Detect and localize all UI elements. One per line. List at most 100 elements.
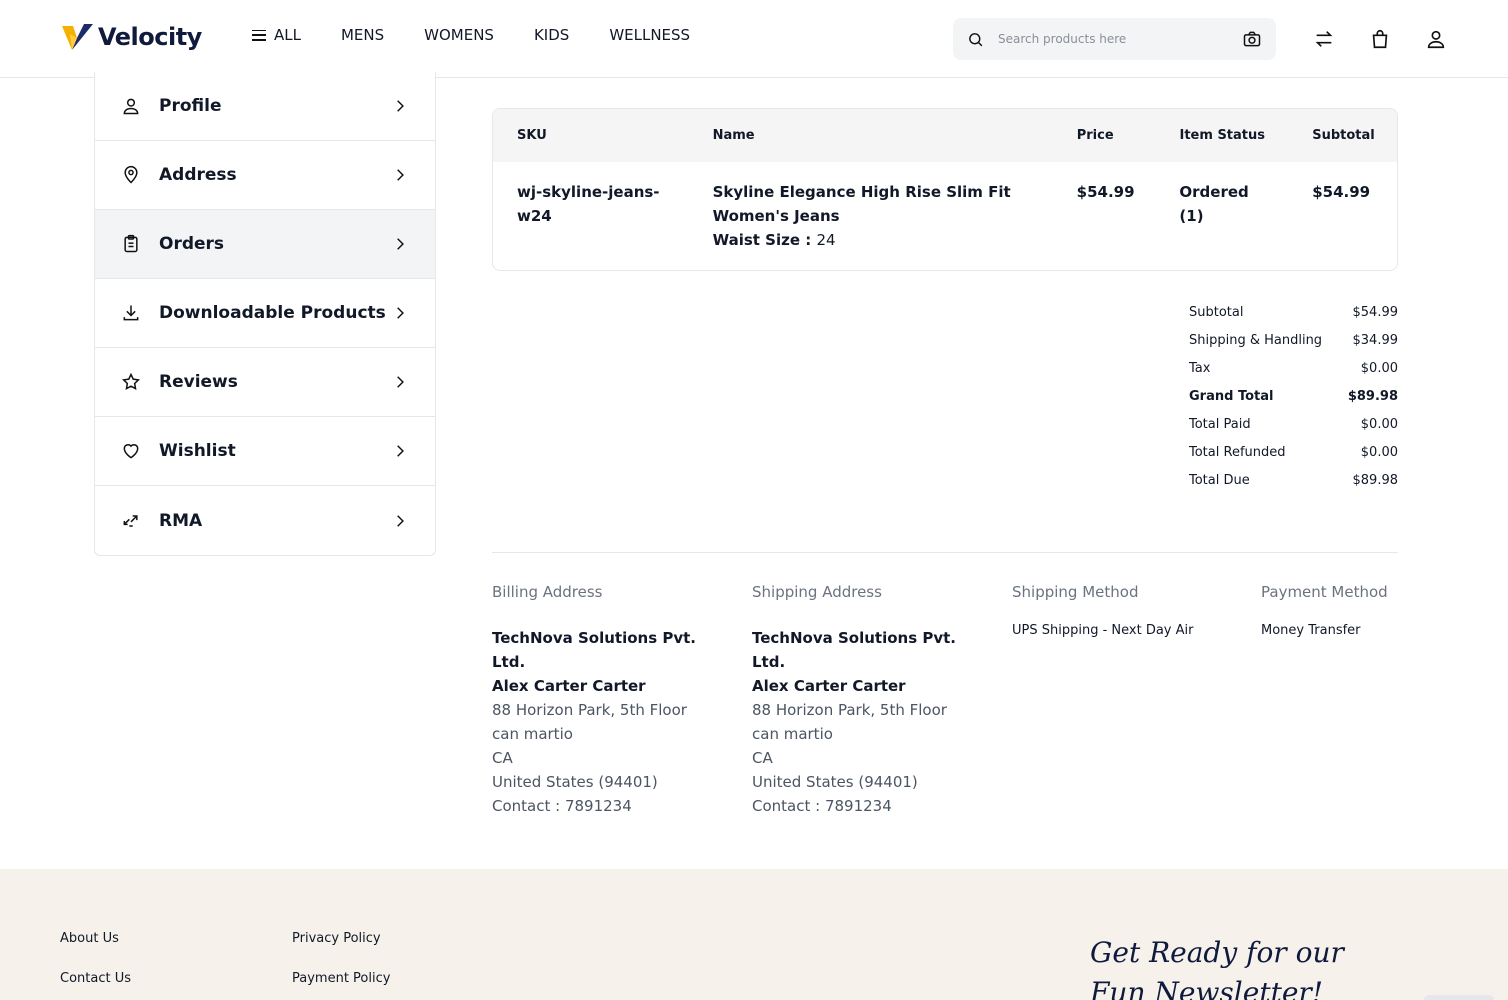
chevron-right-icon (397, 445, 404, 457)
account-sidebar: Profile Address Orders Downloadable Prod… (94, 72, 436, 556)
camera-icon[interactable] (1242, 29, 1262, 49)
item-subtotal: $54.99 (1312, 183, 1371, 201)
totals-value: $0.00 (1360, 360, 1398, 376)
user-icon (121, 96, 141, 116)
footer-link-about-us[interactable]: About Us (60, 931, 119, 946)
site-footer: About Us Contact Us Privacy Policy Payme… (0, 869, 1508, 1000)
totals-label: Tax (1189, 360, 1211, 376)
account-icon[interactable] (1425, 28, 1447, 50)
sidebar-item-label: Address (159, 165, 237, 185)
sidebar-item-label: RMA (159, 510, 203, 531)
totals-label: Grand Total (1189, 388, 1274, 404)
chevron-right-icon (397, 376, 404, 388)
compare-icon[interactable] (1313, 28, 1335, 50)
chevron-right-icon (397, 100, 404, 112)
site-header: Velocity ALL MENS WOMENS KIDS WELLNESS (0, 0, 1508, 78)
clipboard-icon (121, 234, 141, 254)
item-name: Skyline Elegance High Rise Slim Fit Wome… (712, 183, 1011, 225)
shipping-country: United States (94401) (752, 773, 918, 791)
shipping-address-body: TechNova Solutions Pvt. Ltd. Alex Carter… (752, 626, 972, 818)
chevron-right-icon (397, 169, 404, 181)
item-sku: wj-skyline-jeans-w24 (517, 183, 660, 225)
shipping-address-title: Shipping Address (752, 583, 882, 601)
sidebar-item-wishlist[interactable]: Wishlist (95, 417, 435, 486)
shipping-contact: Contact : 7891234 (752, 797, 892, 815)
shipping-city: can martio (752, 725, 833, 743)
shipping-state: CA (752, 749, 773, 767)
totals-label: Total Due (1189, 472, 1250, 488)
totals-value: $89.98 (1347, 388, 1398, 404)
nav-all[interactable]: ALL (252, 26, 301, 44)
item-attribute: Waist Size : 24 (713, 228, 1077, 252)
search-bar (953, 18, 1276, 60)
billing-address-body: TechNova Solutions Pvt. Ltd. Alex Carter… (492, 626, 712, 818)
newsletter-heading-text: Get Ready for our Fun Newsletter! (1090, 936, 1344, 1000)
shipping-street: 88 Horizon Park, 5th Floor (752, 701, 947, 719)
payment-method: Payment Method Money Transfer (1261, 582, 1398, 640)
order-items-table: SKU Name Price Item Status Subtotal wj-s… (492, 108, 1398, 271)
shipping-name: Alex Carter Carter (752, 677, 906, 695)
header-subtotal: Subtotal (1312, 128, 1375, 143)
search-icon (969, 32, 983, 46)
header-name: Name (712, 128, 755, 143)
search-input[interactable] (998, 32, 1242, 46)
rma-icon (121, 511, 141, 531)
billing-contact: Contact : 7891234 (492, 797, 632, 815)
totals-label: Subtotal (1189, 304, 1244, 320)
location-icon (121, 165, 141, 185)
totals-row: Subtotal $54.99 (1189, 298, 1398, 326)
totals-row: Total Due $89.98 (1189, 466, 1398, 494)
footer-link-payment-policy[interactable]: Payment Policy (292, 971, 390, 986)
item-status: Ordered (1) (1179, 183, 1249, 225)
heart-icon (121, 441, 141, 461)
billing-city: can martio (492, 725, 573, 743)
nav-kids[interactable]: KIDS (534, 26, 569, 44)
billing-state: CA (492, 749, 513, 767)
attribute-label: Waist Size : (712, 231, 812, 249)
brand-name: Velocity (98, 23, 202, 51)
footer-link-contact-us[interactable]: Contact Us (60, 971, 131, 986)
cart-icon[interactable] (1369, 28, 1391, 50)
sidebar-item-address[interactable]: Address (95, 141, 435, 210)
chevron-right-icon (397, 514, 404, 527)
sidebar-item-label: Downloadable Products (159, 303, 386, 323)
sidebar-item-orders[interactable]: Orders (95, 210, 435, 279)
chevron-right-icon (397, 238, 404, 250)
totals-value: $0.00 (1360, 416, 1398, 432)
star-icon (121, 372, 141, 392)
billing-address-title: Billing Address (492, 583, 603, 601)
attribute-value: 24 (816, 231, 836, 249)
download-icon (121, 303, 141, 323)
nav-mens[interactable]: MENS (341, 26, 384, 44)
logo-mark-icon (62, 24, 93, 50)
shipping-method-value: UPS Shipping - Next Day Air (1012, 623, 1194, 638)
footer-link-privacy-policy[interactable]: Privacy Policy (292, 931, 381, 946)
shipping-address: Shipping Address TechNova Solutions Pvt.… (752, 582, 972, 818)
order-totals: Subtotal $54.99 Shipping & Handling $34.99… (1189, 298, 1398, 494)
totals-label: Total Paid (1189, 416, 1251, 432)
totals-row: Total Paid $0.00 (1189, 410, 1398, 438)
nav-womens[interactable]: WOMENS (424, 26, 494, 44)
sidebar-item-reviews[interactable]: Reviews (95, 348, 435, 417)
nav-wellness[interactable]: WELLNESS (609, 26, 690, 44)
logo[interactable]: Velocity (60, 20, 202, 54)
newsletter-heading: Get Ready for our Fun Newsletter! (1090, 933, 1390, 1000)
shipping-method: Shipping Method UPS Shipping - Next Day … (1012, 582, 1242, 640)
sidebar-item-label: Profile (159, 96, 222, 116)
header-item-status: Item Status (1179, 128, 1266, 143)
sidebar-item-label: Reviews (159, 372, 238, 392)
sidebar-item-label: Orders (159, 234, 225, 254)
nav-all-label: ALL (274, 26, 301, 44)
totals-row: Shipping & Handling $34.99 (1189, 326, 1398, 354)
table-header-row: SKU Name Price Item Status Subtotal (493, 109, 1397, 162)
sidebar-item-profile[interactable]: Profile (95, 72, 435, 141)
payment-method-title: Payment Method (1261, 583, 1388, 601)
billing-address: Billing Address TechNova Solutions Pvt. … (492, 582, 712, 818)
scroll-to-top-handle[interactable] (1424, 995, 1494, 1000)
menu-icon (252, 29, 266, 41)
item-price: $54.99 (1076, 183, 1135, 201)
totals-row: Total Refunded $0.00 (1189, 438, 1398, 466)
sidebar-item-rma[interactable]: RMA (95, 486, 435, 555)
sidebar-item-downloadable-products[interactable]: Downloadable Products (95, 279, 435, 348)
item-name-cell: Skyline Elegance High Rise Slim Fit Wome… (713, 180, 1077, 252)
